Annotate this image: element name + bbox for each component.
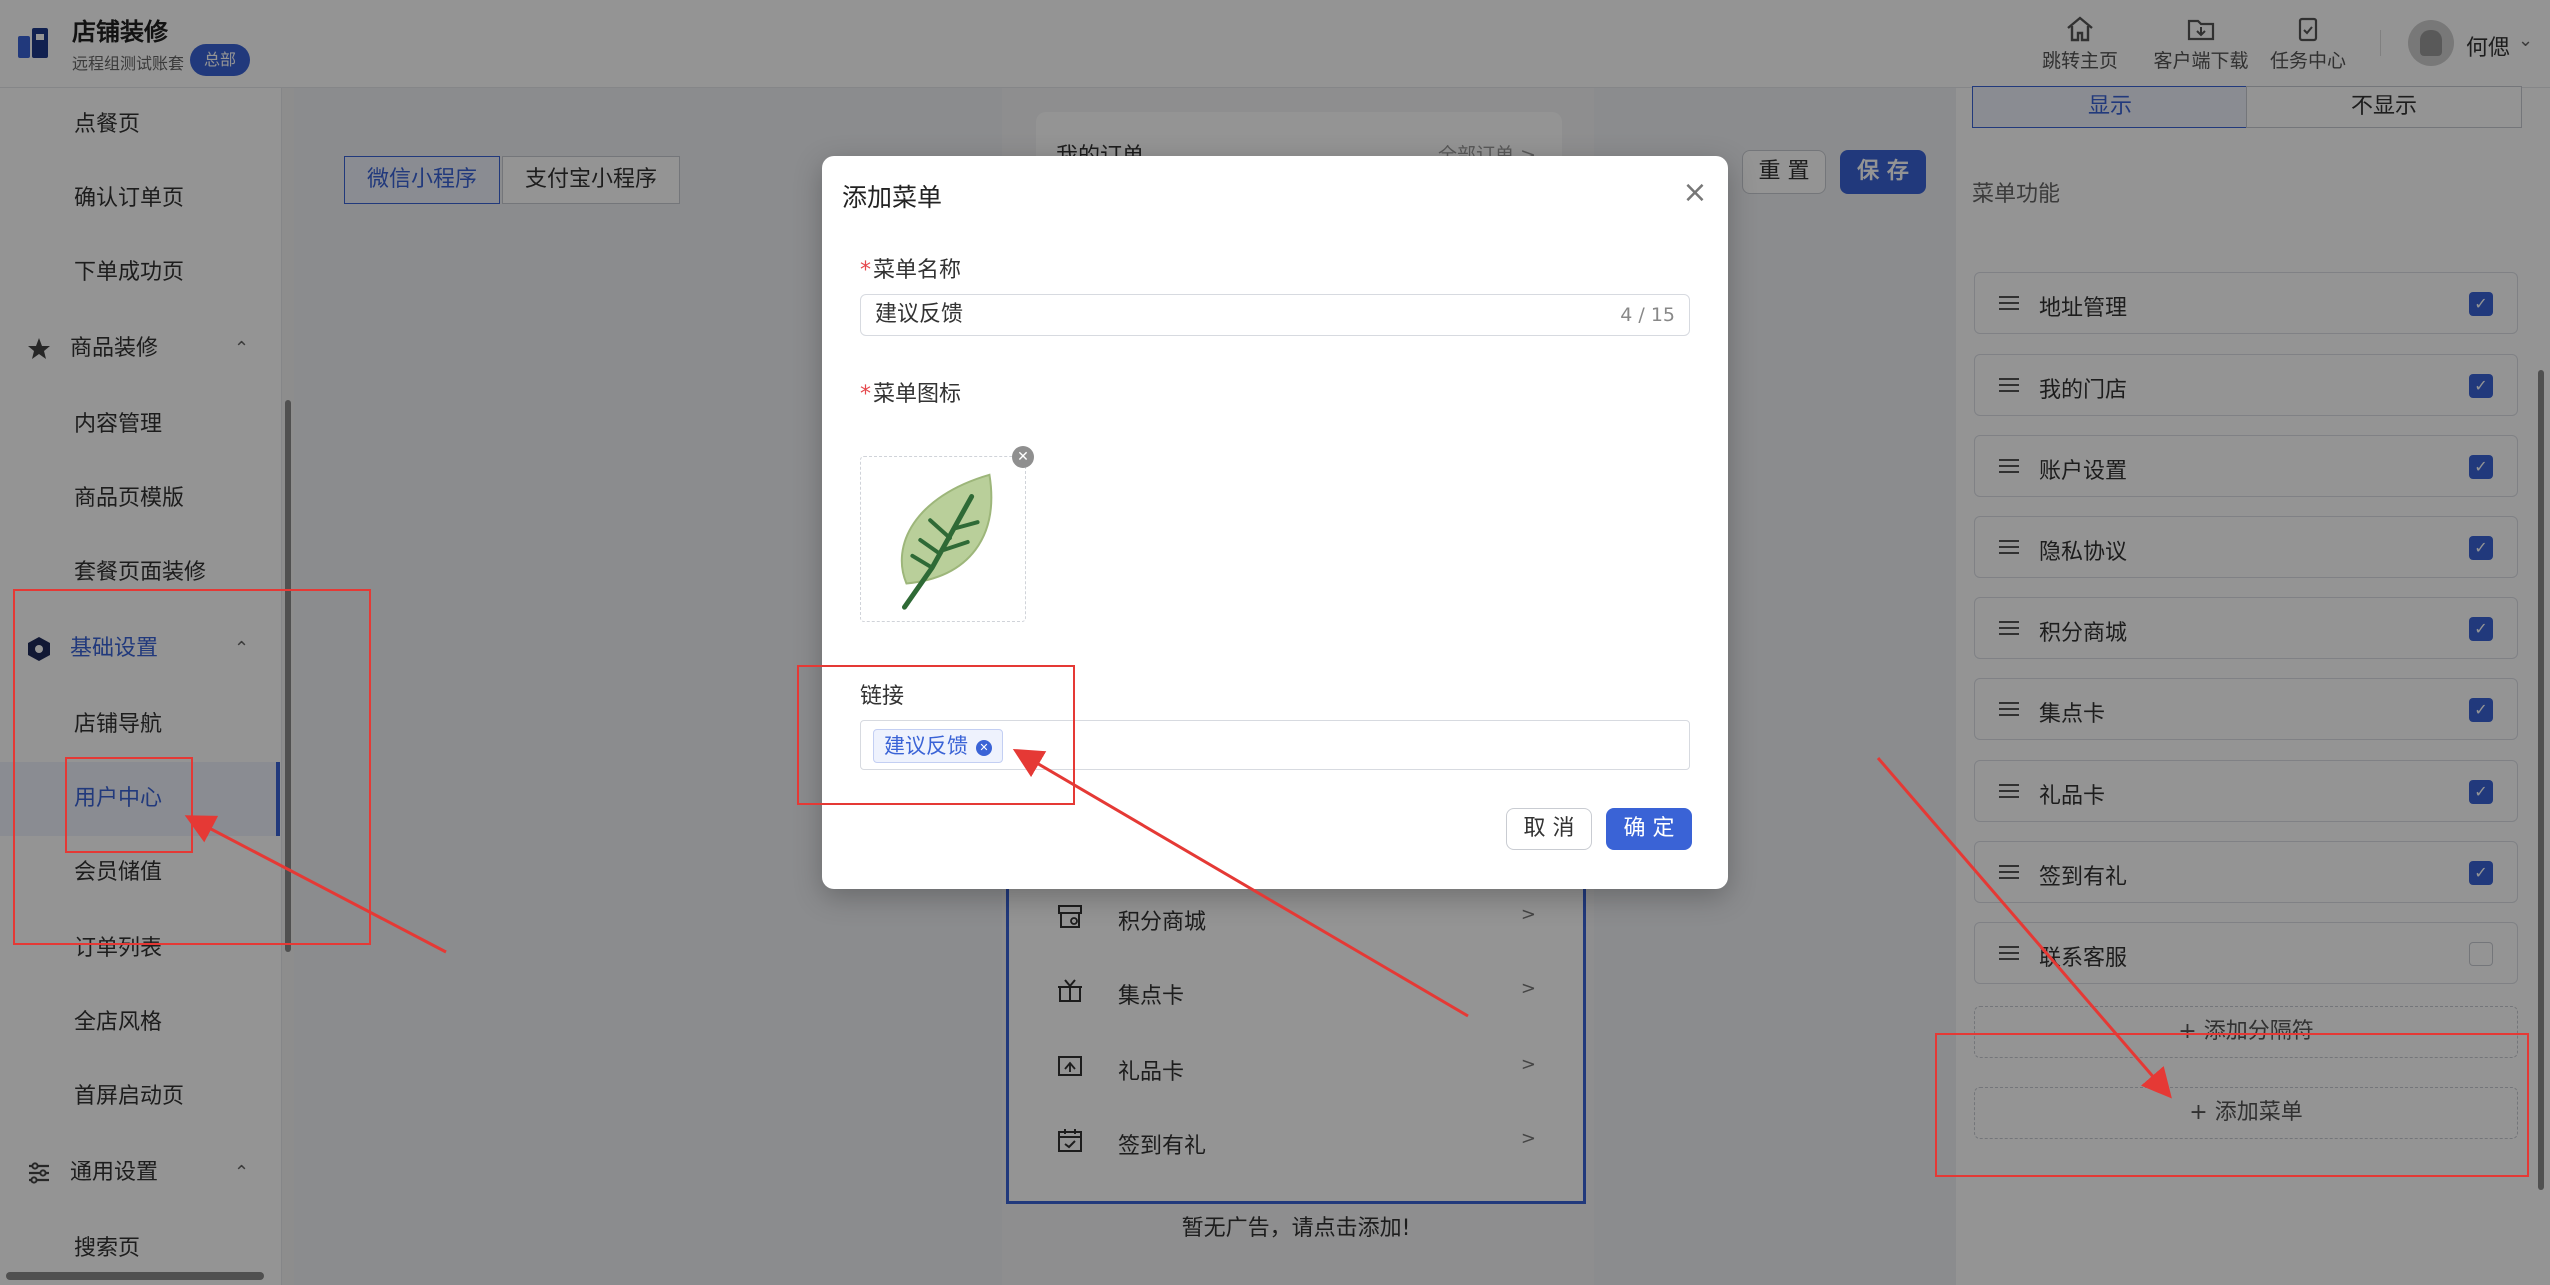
dialog-title: 添加菜单	[842, 183, 943, 212]
link-select[interactable]: 建议反馈 ✕	[860, 720, 1690, 770]
leaf-icon	[900, 473, 993, 610]
link-tag[interactable]: 建议反馈 ✕	[873, 729, 1003, 763]
char-counter: 4 / 15	[1620, 304, 1675, 326]
confirm-button[interactable]: 确 定	[1606, 808, 1692, 850]
menu-icon-label: *菜单图标	[860, 382, 962, 407]
menu-name-label: *菜单名称	[860, 258, 962, 283]
menu-name-value: 建议反馈	[875, 302, 964, 327]
tag-remove-icon[interactable]: ✕	[976, 740, 992, 756]
menu-icon-upload[interactable]	[860, 456, 1026, 622]
link-label: 链接	[860, 684, 905, 709]
close-icon[interactable]: ×	[1680, 178, 1710, 208]
remove-icon-button[interactable]: ✕	[1012, 446, 1034, 468]
add-menu-dialog: 添加菜单 × *菜单名称 建议反馈 4 / 15 *菜单图标 ✕ 链接 建议反馈…	[822, 156, 1728, 889]
cancel-button[interactable]: 取 消	[1506, 808, 1592, 850]
menu-name-input[interactable]: 建议反馈 4 / 15	[860, 294, 1690, 336]
